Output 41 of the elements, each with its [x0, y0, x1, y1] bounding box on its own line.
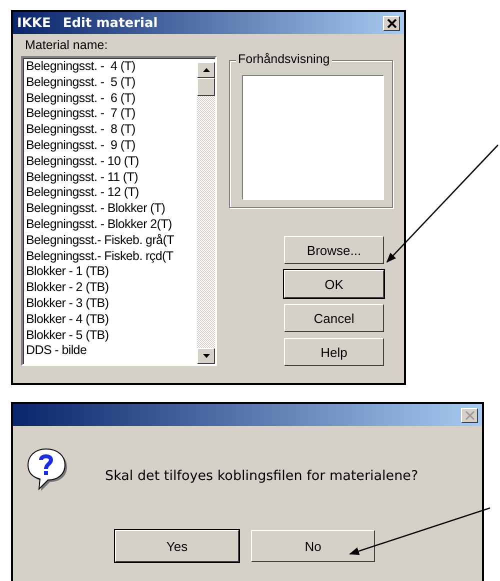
- field-label: Material name:: [25, 38, 109, 52]
- app-name: IKKE: [17, 16, 51, 30]
- list-item[interactable]: Belegningsst. - 10 (T): [26, 154, 197, 170]
- close-button[interactable]: [383, 16, 400, 30]
- list-item[interactable]: Blokker - 3 (TB): [26, 296, 197, 312]
- prompt-button[interactable]: No: [251, 530, 375, 562]
- close-icon: [386, 18, 396, 28]
- list-item[interactable]: Blokker - 4 (TB): [26, 312, 197, 328]
- up-arrow-icon: [202, 68, 210, 72]
- list-item[interactable]: Belegningsst.- Fiskeb. rçd(T: [26, 248, 197, 264]
- prompt-message: Skal det tilfoyes koblingsfilen for materialene?: [105, 468, 418, 484]
- list-item[interactable]: DDS - bilde: [26, 343, 197, 360]
- list-item[interactable]: Blokker - 5 (TB): [26, 328, 197, 344]
- list-item[interactable]: Blokker - 2 (TB): [26, 280, 197, 296]
- list-item[interactable]: Belegningsst. - Blokker (T): [26, 201, 197, 217]
- list-item[interactable]: Belegningsst. - 5 (T): [26, 74, 197, 91]
- dialog-button[interactable]: OK: [284, 270, 384, 298]
- scroll-up-button[interactable]: [197, 62, 215, 78]
- list-item[interactable]: Belegningsst. - 11 (T): [26, 170, 197, 186]
- window-title: Edit material: [62, 16, 158, 30]
- scroll-thumb[interactable]: [197, 78, 215, 96]
- list-item[interactable]: Belegningsst.- Fiskeb. grå(T: [26, 232, 197, 249]
- scroll-down-button[interactable]: [197, 348, 215, 364]
- dialog-button[interactable]: Cancel: [284, 304, 384, 332]
- close-button[interactable]: [461, 408, 478, 422]
- dialog-button[interactable]: Help: [284, 338, 384, 366]
- question-icon: [25, 446, 67, 492]
- material-list[interactable]: [21, 56, 217, 366]
- list-item[interactable]: Belegningsst. - 7 (T): [26, 106, 197, 122]
- list-item[interactable]: Belegningsst. - 4 (T): [26, 59, 197, 75]
- list-item[interactable]: Belegningsst. - Blokker 2(T): [26, 216, 197, 233]
- dialog-button[interactable]: Browse...: [284, 236, 384, 264]
- group-label: Forhåndsvisning: [236, 52, 332, 66]
- down-arrow-icon: [202, 354, 210, 358]
- close-icon: [464, 410, 474, 420]
- list-item[interactable]: Blokker - 1 (TB): [26, 264, 197, 280]
- prompt-button[interactable]: Yes: [115, 530, 239, 562]
- list-item[interactable]: Belegningsst. - 6 (T): [26, 90, 197, 106]
- list-item[interactable]: Belegningsst. - 12 (T): [26, 185, 197, 202]
- list-item[interactable]: Belegningsst. - 9 (T): [26, 138, 197, 154]
- list-item[interactable]: Belegningsst. - 8 (T): [26, 122, 197, 138]
